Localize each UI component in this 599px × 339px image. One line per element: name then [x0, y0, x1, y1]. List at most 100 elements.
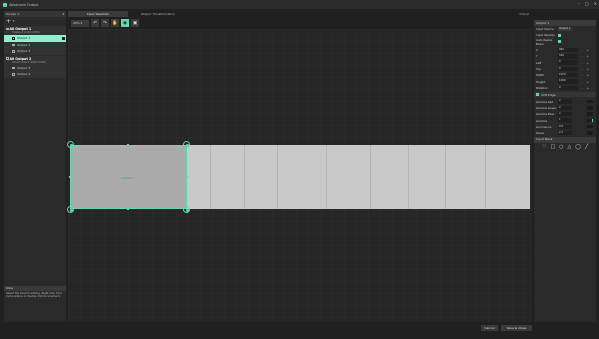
group-checkbox[interactable] [6, 57, 9, 60]
selected-output-region[interactable]: Output 1 [70, 145, 187, 209]
group-header[interactable]: All Output 2 Virtual Output (1920×1080) [4, 56, 66, 65]
corner-handle[interactable] [183, 206, 190, 213]
corner-handle[interactable] [67, 141, 74, 148]
zoom-select[interactable]: 29% ▾ [71, 19, 89, 27]
soft-edge-label: Soft Edge [541, 92, 556, 97]
window-title: Advanced Output [9, 2, 39, 7]
soft-edge-header[interactable]: Soft Edge [534, 91, 596, 98]
hand-icon: ✋ [112, 20, 118, 26]
tab-bar: Input Selection Output Transformation Vi… [68, 11, 532, 17]
luminance-slider[interactable] [587, 124, 593, 129]
display-button[interactable]: ▣ [131, 19, 139, 27]
height-stepper[interactable]: -+ [581, 80, 593, 84]
gamma-red-label: Gamma Red [536, 99, 554, 104]
power-field[interactable]: 2.5 [558, 130, 572, 136]
luminance-field[interactable]: 0.5 [558, 124, 572, 130]
redo-button[interactable]: ↷ [101, 19, 109, 27]
triangle-mask-icon[interactable]: △ [568, 144, 572, 150]
y-stepper[interactable]: -+ [581, 54, 593, 58]
maximize-icon[interactable]: □ [585, 1, 589, 6]
output-icon [12, 66, 15, 69]
width-field[interactable]: 1920 [558, 72, 578, 78]
list-item[interactable]: Output 3 [4, 48, 66, 55]
ellipse-mask-icon[interactable]: ○ [559, 144, 563, 150]
gamma-green-field[interactable]: 2 [558, 105, 572, 111]
gamma-blue-slider[interactable] [587, 112, 593, 116]
heart-mask-icon[interactable]: ♡ [542, 144, 546, 150]
rotation-field[interactable]: 0 [558, 85, 578, 91]
close-icon[interactable]: ✕ [594, 1, 597, 6]
preview-button[interactable]: ◉ [121, 19, 129, 27]
gamma-green-slider[interactable] [587, 106, 593, 110]
undo-button[interactable]: ↶ [91, 19, 99, 27]
add-icon[interactable]: + [6, 18, 11, 25]
height-label: Height [536, 79, 546, 84]
left-stepper[interactable]: -+ [581, 61, 593, 65]
auto-resize-row: Auto Resize Bezel [534, 37, 596, 46]
gamma-green-label: Gamma Green [536, 105, 557, 110]
gamma-slider[interactable] [587, 118, 593, 123]
add-menu-arrow-icon[interactable]: ▾ [13, 19, 15, 23]
rectangle-mask-icon[interactable]: □ [550, 144, 555, 150]
top-stepper[interactable]: -+ [581, 67, 593, 71]
app-logo-icon [3, 2, 7, 7]
canvas[interactable]: Output 1 [67, 29, 532, 322]
grid-divider [277, 145, 278, 209]
tab-input-selection[interactable]: Input Selection [68, 11, 128, 17]
auto-resize-label: Auto Resize Bezel [536, 37, 553, 46]
corner-handle[interactable] [183, 141, 190, 148]
selected-badge-icon [62, 36, 65, 40]
rotation-stepper[interactable]: -+ [581, 86, 593, 90]
x-label: X [536, 48, 538, 53]
power-row: Power 2.5 [534, 130, 596, 136]
y-field[interactable]: 540 [558, 54, 578, 59]
window-controls: – □ ✕ [578, 1, 597, 6]
width-label: Width [536, 73, 545, 78]
output-label: Output 4 [17, 72, 31, 77]
luminance-label: Luminance [536, 124, 552, 129]
list-item[interactable]: Output 4 [4, 71, 66, 78]
x-stepper[interactable]: -+ [581, 48, 593, 52]
gamma-red-slider[interactable] [587, 99, 593, 104]
output-label: Output 3 [17, 49, 31, 54]
pan-button[interactable]: ✋ [111, 19, 119, 27]
gamma-blue-label: Gamma Blue [536, 112, 555, 117]
group-name: All Output 2 [9, 56, 32, 61]
corner-handle[interactable] [67, 206, 74, 213]
grid-divider [485, 145, 486, 209]
eye-icon: ◉ [123, 20, 127, 26]
gamma-blue-field[interactable]: 2 [558, 111, 572, 117]
circle-mask-icon[interactable]: ◯ [575, 144, 581, 150]
tab-output-transformation[interactable]: Output Transformation [128, 11, 188, 17]
screen-label: Screen 1 [6, 12, 20, 16]
gamma-label: Gamma [536, 118, 548, 123]
minimize-icon[interactable]: – [578, 1, 580, 6]
cancel-button[interactable]: Cancel [481, 325, 498, 331]
top-field[interactable]: 0 [558, 66, 578, 72]
edge-handle[interactable] [186, 176, 188, 178]
grid-divider [370, 145, 371, 209]
edge-handle[interactable] [69, 176, 71, 178]
grid-divider [408, 145, 409, 209]
left-field[interactable]: 0 [558, 60, 578, 65]
top-label: Top [536, 66, 541, 71]
gamma-red-field[interactable]: 2 [558, 99, 572, 104]
edge-handle[interactable] [127, 144, 129, 146]
gamma-field[interactable]: 1 [558, 118, 572, 123]
x-field[interactable]: 960 [558, 47, 578, 53]
height-field[interactable]: 1080 [558, 79, 578, 84]
auto-resize-checkbox[interactable] [558, 40, 561, 44]
width-stepper[interactable]: -+ [581, 73, 593, 77]
line-mask-icon[interactable]: ╱ [585, 144, 588, 150]
input-source-select[interactable]: Output 1 [558, 26, 572, 32]
power-slider[interactable] [587, 131, 593, 135]
output-toolbar: + ▾ [4, 17, 66, 25]
group-header[interactable]: All Output 1 Display 2 (1920×1080) [4, 26, 66, 35]
save-close-button[interactable]: Save & Close [501, 325, 532, 331]
input-opacity-checkbox[interactable] [558, 33, 561, 37]
group-checkbox[interactable] [6, 27, 9, 31]
edge-handle[interactable] [127, 208, 129, 210]
mode-label: Virtual [519, 12, 529, 16]
soft-edge-checkbox[interactable] [536, 93, 539, 97]
properties-panel: Output 1 Input Source Output 1 Input Opa… [534, 20, 596, 322]
